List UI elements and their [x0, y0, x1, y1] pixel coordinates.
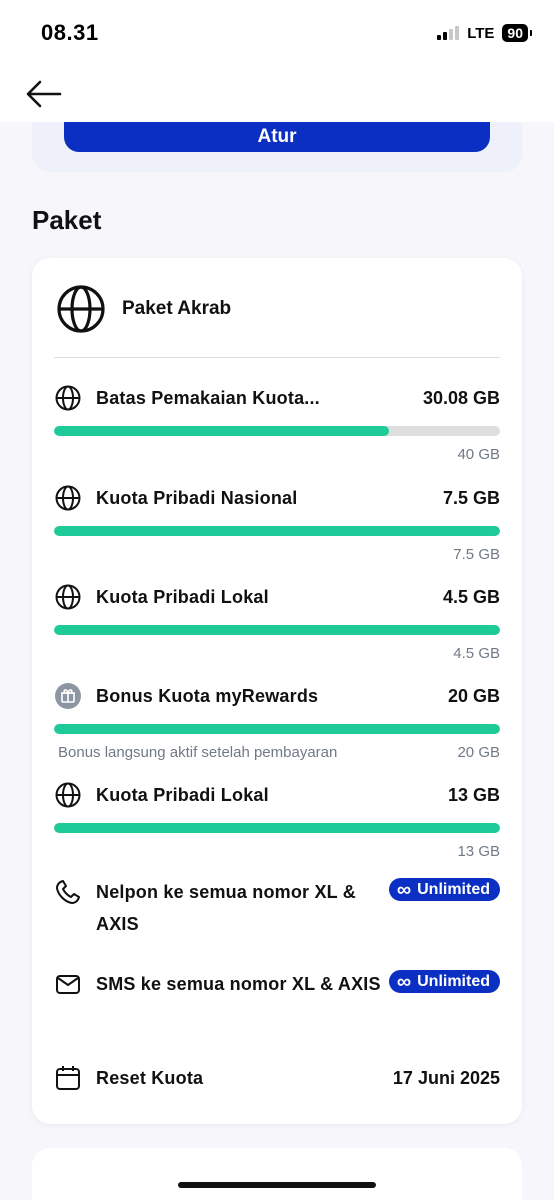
phone-icon [56, 880, 80, 904]
globe-icon [55, 485, 81, 511]
quota-progress-fill [54, 823, 500, 833]
quota-row: Kuota Pribadi Lokal 13 GB 13 GB [54, 781, 500, 860]
quota-progress-fill [54, 426, 390, 436]
unlimited-badge-label: Unlimited [417, 973, 490, 990]
quota-note [54, 843, 58, 860]
quota-progress-bar [54, 724, 500, 734]
quota-value: 30.08 GB [422, 387, 500, 408]
status-bar: 08.31 LTE 90 [0, 0, 554, 70]
quota-name: Bonus Kuota myRewards [96, 685, 319, 706]
package-name: Paket Akrab [122, 298, 232, 319]
signal-icon [437, 26, 460, 40]
quota-row: Bonus Kuota myRewards 20 GB Bonus langsung… [54, 682, 500, 761]
calendar-icon [56, 1066, 80, 1090]
quota-value: 7.5 GB [442, 487, 500, 508]
gift-icon [55, 683, 81, 709]
quota-progress-fill [54, 526, 500, 536]
back-arrow-icon[interactable] [24, 78, 64, 110]
reset-label: Reset Kuota [96, 1067, 204, 1088]
divider [54, 357, 500, 358]
quota-progress-fill [54, 625, 500, 635]
quota-total: 4.5 GB [453, 645, 500, 662]
quota-value: 4.5 GB [442, 586, 500, 607]
quota-progress-fill [54, 724, 500, 734]
quota-value: 13 GB [447, 784, 500, 805]
quota-note [54, 446, 58, 463]
envelope-icon [56, 975, 80, 994]
quota-note [54, 546, 58, 563]
unlimited-sms-label: SMS ke semua nomor XL & AXIS [96, 974, 381, 994]
quota-name: Batas Pemakaian Kuota... [96, 387, 320, 408]
package-card: Paket Akrab Batas Pemakaian Kuota... 30.0… [32, 258, 522, 1124]
globe-icon [55, 385, 81, 411]
infinity-icon: ∞ [396, 970, 412, 993]
unlimited-row-call: Nelpon ke semua nomor XL & AXIS ∞ Unlimit… [54, 878, 500, 940]
quota-row: Kuota Pribadi Nasional 7.5 GB 7.5 GB [54, 484, 500, 563]
globe-icon [55, 782, 81, 808]
unlimited-badge: ∞ Unlimited [388, 878, 500, 901]
quota-name: Kuota Pribadi Nasional [96, 487, 298, 508]
quota-name: Kuota Pribadi Lokal [96, 586, 269, 607]
globe-icon [55, 584, 81, 610]
quota-progress-bar [54, 426, 500, 436]
quota-note: Bonus langsung aktif setelah pembayaran [58, 744, 338, 761]
network-type: LTE [467, 24, 495, 42]
reset-row: Reset Kuota 17 Juni 2025 [54, 1064, 500, 1092]
package-header: Paket Akrab [56, 284, 231, 334]
home-indicator[interactable] [178, 1182, 376, 1188]
battery-icon: 90 [502, 24, 532, 42]
quota-progress-bar [54, 625, 500, 635]
next-card [32, 1148, 522, 1200]
quota-name: Kuota Pribadi Lokal [96, 784, 269, 805]
unlimited-badge-label: Unlimited [417, 881, 490, 898]
quota-row: Kuota Pribadi Lokal 4.5 GB 4.5 GB [54, 583, 500, 662]
globe-icon [57, 285, 105, 333]
section-title: Paket [32, 205, 102, 235]
quota-value: 20 GB [447, 685, 500, 706]
quota-total: 13 GB [457, 843, 500, 860]
quota-total: 7.5 GB [453, 546, 500, 563]
quota-total: 20 GB [457, 744, 500, 761]
unlimited-row-sms: SMS ke semua nomor XL & AXIS ∞ Unlimited [54, 970, 500, 1000]
atur-button[interactable]: Atur [64, 122, 490, 152]
quota-progress-bar [54, 526, 500, 536]
quota-progress-bar [54, 823, 500, 833]
quota-row: Batas Pemakaian Kuota... 30.08 GB 40 GB [54, 384, 500, 463]
quota-total: 40 GB [457, 446, 500, 463]
infinity-icon: ∞ [396, 878, 412, 901]
status-indicators: LTE 90 [437, 24, 532, 42]
unlimited-call-label: Nelpon ke semua nomor XL & AXIS [96, 882, 356, 934]
unlimited-badge: ∞ Unlimited [388, 970, 500, 993]
reset-date: 17 Juni 2025 [392, 1067, 500, 1088]
quota-note [54, 645, 58, 662]
status-time: 08.31 [41, 20, 99, 45]
app-bar [0, 70, 554, 122]
